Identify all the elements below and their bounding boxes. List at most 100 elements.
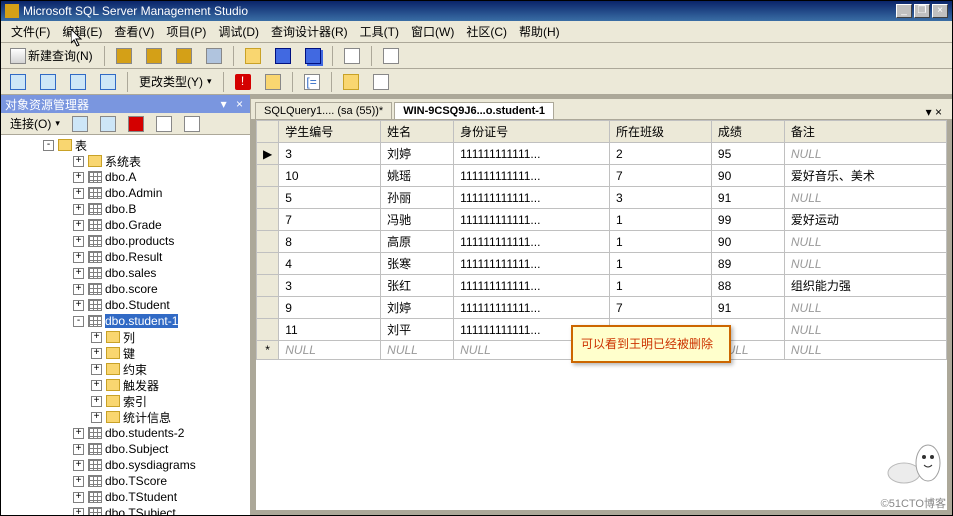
cell[interactable]: NULL bbox=[784, 319, 946, 341]
cell[interactable]: 张寒 bbox=[381, 253, 454, 275]
window-close-button[interactable]: × bbox=[932, 4, 948, 18]
menu-item-7[interactable]: 窗口(W) bbox=[405, 21, 460, 42]
menu-item-9[interactable]: 帮助(H) bbox=[513, 21, 566, 42]
cell[interactable]: 90 bbox=[711, 231, 784, 253]
tree-node[interactable]: +键 bbox=[3, 345, 248, 361]
tree-label[interactable]: dbo.TSubject bbox=[105, 506, 176, 515]
toolbar-btn-5[interactable] bbox=[339, 45, 365, 67]
expander-icon[interactable]: + bbox=[73, 460, 84, 471]
table-row[interactable]: ▶3刘婷111111111111...295NULL bbox=[257, 143, 947, 165]
cell[interactable]: 89 bbox=[711, 253, 784, 275]
document-tab[interactable]: SQLQuery1.... (sa (55))* bbox=[255, 102, 392, 119]
tree-node[interactable]: +系统表 bbox=[3, 153, 248, 169]
menu-item-2[interactable]: 查看(V) bbox=[108, 21, 160, 42]
tree-label[interactable]: dbo.score bbox=[105, 282, 158, 296]
cell[interactable]: NULL bbox=[381, 341, 454, 360]
row-selector[interactable] bbox=[257, 319, 279, 341]
expander-icon[interactable]: + bbox=[91, 396, 102, 407]
cell[interactable]: 3 bbox=[279, 143, 381, 165]
oe-btn-3[interactable] bbox=[123, 113, 149, 135]
diagram-pane-button[interactable] bbox=[5, 71, 31, 93]
expander-icon[interactable]: + bbox=[73, 172, 84, 183]
tree-node[interactable]: +触发器 bbox=[3, 377, 248, 393]
menu-item-0[interactable]: 文件(F) bbox=[5, 21, 56, 42]
cell[interactable]: 8 bbox=[279, 231, 381, 253]
column-header[interactable]: 所在班级 bbox=[609, 121, 711, 143]
cell[interactable]: 高原 bbox=[381, 231, 454, 253]
change-type-dropdown[interactable]: 更改类型(Y) bbox=[134, 70, 217, 93]
cell[interactable]: 1 bbox=[609, 209, 711, 231]
oe-btn-4[interactable] bbox=[151, 113, 177, 135]
column-header[interactable]: 身份证号 bbox=[454, 121, 610, 143]
menu-item-4[interactable]: 调试(D) bbox=[212, 21, 265, 42]
tree-label[interactable]: dbo.B bbox=[105, 202, 136, 216]
cell[interactable]: NULL bbox=[784, 143, 946, 165]
cell[interactable]: 5 bbox=[279, 187, 381, 209]
cell[interactable]: NULL bbox=[784, 187, 946, 209]
tree-node[interactable]: +索引 bbox=[3, 393, 248, 409]
expander-icon[interactable]: + bbox=[73, 236, 84, 247]
cell[interactable]: 1 bbox=[609, 253, 711, 275]
row-selector[interactable] bbox=[257, 165, 279, 187]
tree-label[interactable]: 约束 bbox=[123, 361, 147, 378]
cell[interactable]: 111111111111... bbox=[454, 209, 610, 231]
table-row[interactable]: 5孙丽111111111111...391NULL bbox=[257, 187, 947, 209]
cell[interactable]: 10 bbox=[279, 165, 381, 187]
tree-node[interactable]: +dbo.products bbox=[3, 233, 248, 249]
tree-label[interactable]: 列 bbox=[123, 329, 135, 346]
column-header[interactable]: 学生编号 bbox=[279, 121, 381, 143]
tree-label[interactable]: dbo.Admin bbox=[105, 186, 162, 200]
tree-label[interactable]: dbo.Student bbox=[105, 298, 170, 312]
cell[interactable]: 91 bbox=[711, 297, 784, 319]
cell[interactable]: NULL bbox=[279, 341, 381, 360]
cell[interactable]: 9 bbox=[279, 297, 381, 319]
tree-node[interactable]: +列 bbox=[3, 329, 248, 345]
expander-icon[interactable]: + bbox=[91, 348, 102, 359]
tree-node[interactable]: +dbo.TSubject bbox=[3, 505, 248, 515]
cell[interactable]: 7 bbox=[279, 209, 381, 231]
tree-node[interactable]: +dbo.TScore bbox=[3, 473, 248, 489]
panel-close-button[interactable]: × bbox=[233, 97, 246, 111]
groupby-button[interactable]: [= bbox=[299, 71, 325, 93]
tree-node[interactable]: + 约束 bbox=[3, 361, 248, 377]
table-row[interactable]: 7冯驰111111111111...199爱好运动 bbox=[257, 209, 947, 231]
tree-label[interactable]: 键 bbox=[123, 345, 135, 362]
expander-icon[interactable]: + bbox=[73, 444, 84, 455]
row-selector[interactable]: * bbox=[257, 341, 279, 360]
row-selector[interactable] bbox=[257, 297, 279, 319]
row-selector[interactable] bbox=[257, 253, 279, 275]
tree-label[interactable]: 表 bbox=[75, 137, 87, 154]
tab-overflow-close[interactable]: ▾ × bbox=[920, 105, 948, 119]
cell[interactable]: 111111111111... bbox=[454, 297, 610, 319]
row-selector[interactable] bbox=[257, 187, 279, 209]
tree-label[interactable]: dbo.student-1 bbox=[105, 314, 178, 328]
tree-node[interactable]: +统计信息 bbox=[3, 409, 248, 425]
window-maximize-button[interactable]: ❐ bbox=[914, 4, 930, 18]
sql-pane-button[interactable] bbox=[65, 71, 91, 93]
cell[interactable]: 111111111111... bbox=[454, 275, 610, 297]
tree-node[interactable]: +dbo.B bbox=[3, 201, 248, 217]
cell[interactable]: 1 bbox=[609, 275, 711, 297]
cell[interactable]: 11 bbox=[279, 319, 381, 341]
oe-btn-5[interactable] bbox=[179, 113, 205, 135]
expander-icon[interactable]: + bbox=[91, 364, 102, 375]
save-button[interactable] bbox=[270, 45, 296, 67]
tree-node[interactable]: -dbo.student-1 bbox=[3, 313, 248, 329]
results-grid[interactable]: 学生编号姓名身份证号所在班级成绩备注▶3刘婷111111111111...295… bbox=[255, 119, 948, 511]
cell[interactable]: 4 bbox=[279, 253, 381, 275]
tree-node[interactable]: +dbo.Admin bbox=[3, 185, 248, 201]
connect-dropdown[interactable]: 连接(O) bbox=[5, 112, 65, 135]
toolbar2-btn[interactable] bbox=[368, 71, 394, 93]
cell[interactable]: NULL bbox=[784, 253, 946, 275]
tree-node[interactable]: +dbo.sysdiagrams bbox=[3, 457, 248, 473]
verify-button[interactable] bbox=[260, 71, 286, 93]
cell[interactable]: 3 bbox=[609, 187, 711, 209]
expander-icon[interactable]: + bbox=[73, 476, 84, 487]
tree-node[interactable]: +dbo.Grade bbox=[3, 217, 248, 233]
cell[interactable]: 111111111111... bbox=[454, 231, 610, 253]
expander-icon[interactable]: + bbox=[73, 492, 84, 503]
cell[interactable]: 孙丽 bbox=[381, 187, 454, 209]
column-header[interactable]: 姓名 bbox=[381, 121, 454, 143]
object-explorer-tree[interactable]: - 表 +系统表+dbo.A+dbo.Admin+dbo.B+dbo.Grade… bbox=[1, 135, 250, 515]
cell[interactable]: 冯驰 bbox=[381, 209, 454, 231]
